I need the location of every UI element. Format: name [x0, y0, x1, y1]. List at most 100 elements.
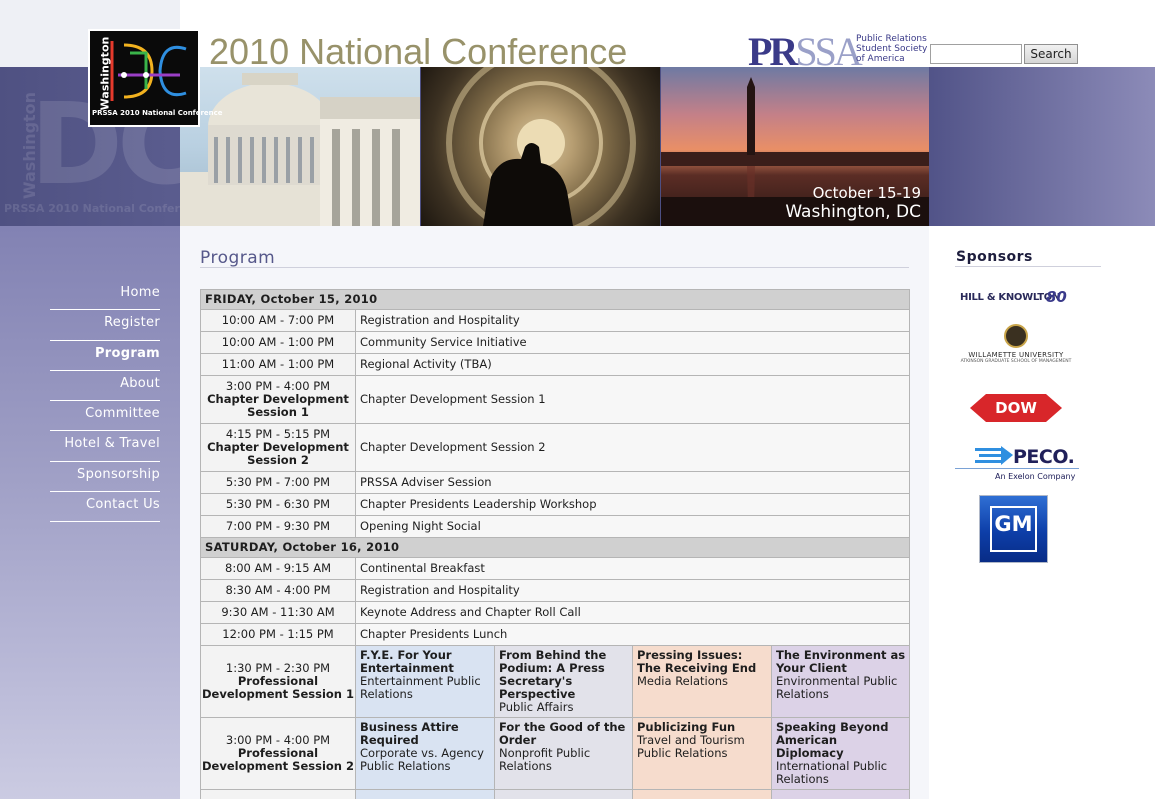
pd-track-cell: For the Good of the Order Nonprofit Publ… [494, 717, 633, 790]
event-title: Community Service Initiative [355, 331, 910, 354]
table-row: 5:30 PM - 6:30 PM Chapter Presidents Lea… [200, 493, 910, 516]
watermark-subtitle: PRSSA 2010 National Conference [4, 202, 210, 215]
event-title: Regional Activity (TBA) [355, 353, 910, 376]
nav-item-label[interactable]: Program [95, 346, 160, 361]
table-row: 11:00 AM - 1:00 PM Regional Activity (TB… [200, 353, 910, 376]
day-header-row: FRIDAY, October 15, 2010 [200, 289, 910, 310]
pd-track-topic: Nonprofit Public Relations [499, 746, 591, 773]
event-time: 8:30 AM - 4:00 PM [200, 579, 356, 602]
event-time: 12:00 PM - 1:15 PM [200, 623, 356, 646]
sponsor-dow-logo[interactable]: DOW [970, 392, 1062, 424]
pd-track-cell: Pressing Issues: The Receiving End Media… [632, 645, 772, 718]
nav-item-program[interactable]: Program [50, 341, 160, 371]
program-schedule-table: FRIDAY, October 15, 2010 10:00 AM - 7:00… [200, 289, 910, 799]
event-time: 7:00 PM - 9:30 PM [200, 515, 356, 538]
nav-item-label[interactable]: Sponsorship [77, 467, 160, 482]
capitol-photo [180, 67, 420, 226]
event-title: Keynote Address and Chapter Roll Call [355, 601, 910, 624]
nav-item-about[interactable]: About [50, 371, 160, 402]
sponsor-peco-logo[interactable]: PECO. An Exelon Company [955, 444, 1079, 484]
pd-track-title: F.Y.E. For Your Entertainment [360, 648, 454, 675]
logo-subtitle: PRSSA 2010 National Conference [92, 109, 223, 117]
pd-track-cell: The Environment as Your Client Environme… [771, 645, 910, 718]
event-time: 10:00 AM - 7:00 PM [200, 309, 356, 332]
logo-side-text: Washington [98, 36, 112, 111]
section-heading: Program [200, 248, 276, 268]
nav-item-hotel-travel[interactable]: Hotel & Travel [50, 431, 160, 462]
conference-logo[interactable]: Washington PRSSA 2010 National Conferenc… [88, 29, 223, 127]
pd-track-title: From Behind the Podium: A Press Secretar… [499, 648, 607, 701]
watermark-side-text: Washington [20, 91, 40, 200]
nav-item-label[interactable]: About [120, 376, 160, 391]
sponsor-name: WILLAMETTE UNIVERSITY [968, 351, 1064, 359]
page-title: 2010 National Conference [209, 31, 628, 72]
peco-arrow-icon [975, 446, 1013, 465]
pd-track-cell: Business Attire Required Corporate vs. A… [355, 717, 495, 790]
event-subtitle: Chapter Development Session 2 [207, 440, 349, 467]
search-input[interactable] [930, 44, 1022, 64]
nav-item-home[interactable]: Home [50, 280, 160, 311]
day-header-row: SATURDAY, October 16, 2010 [200, 537, 910, 558]
pd-track-cell: Speaking Beyond American Diplomacy Inter… [771, 717, 910, 790]
pd-track-topic: Environmental Public Relations [776, 674, 898, 701]
event-title: Continental Breakfast [355, 557, 910, 580]
event-subtitle: Chapter Development Session 1 [207, 392, 349, 419]
table-row: 5:30 PM - 7:00 PM PRSSA Adviser Session [200, 471, 910, 494]
rotunda-photo [421, 67, 660, 226]
sidebar-nav: Home Register Program About Committee Ho… [50, 280, 160, 523]
nav-item-label[interactable]: Committee [85, 406, 160, 421]
banner-city: Washington, DC [785, 202, 921, 222]
pd-track-topic: Entertainment Public Relations [360, 674, 481, 701]
event-time-cell: 3:00 PM - 4:00 PM Chapter Development Se… [200, 375, 356, 424]
pd-track-cell: F.Y.E. For Your Entertainment Entertainm… [355, 645, 495, 718]
table-row: 12:00 PM - 1:15 PM Chapter Presidents Lu… [200, 623, 910, 646]
event-title: Chapter Presidents Leadership Workshop [355, 493, 910, 516]
pd-track-topic: Travel and Tourism Public Relations [637, 733, 745, 760]
nav-item-register[interactable]: Register [50, 310, 160, 341]
heading-divider [200, 267, 909, 268]
nav-item-label[interactable]: Home [120, 285, 160, 300]
prssa-tagline: Public Relations Student Society of Amer… [856, 34, 928, 64]
search-button[interactable]: Search [1024, 44, 1078, 64]
pd-track-topic: Corporate vs. Agency Public Relations [360, 746, 484, 773]
pd-session-label: Professional Development Session 1 [202, 674, 354, 701]
table-row: 8:00 AM - 9:15 AM Continental Breakfast [200, 557, 910, 580]
nav-item-label[interactable]: Contact Us [86, 497, 160, 512]
pd-session-row: 1:30 PM - 2:30 PM Professional Developme… [200, 645, 910, 718]
nav-item-contact-us[interactable]: Contact Us [50, 492, 160, 523]
sponsor-extra: 80 [1046, 288, 1067, 306]
event-time: 8:00 AM - 9:15 AM [200, 557, 356, 580]
sponsor-name: GM [994, 512, 1033, 536]
banner-dates: October 15-19 [812, 184, 921, 202]
sponsors-heading: Sponsors [956, 249, 1033, 265]
sponsor-gm-logo[interactable]: GM [979, 495, 1048, 563]
nav-item-label[interactable]: Hotel & Travel [64, 436, 160, 451]
event-time: 4:15 PM - 5:15 PM [225, 427, 331, 441]
event-time: 3:00 PM - 4:00 PM [225, 379, 331, 393]
day-label: FRIDAY, October 15, 2010 [200, 289, 910, 310]
event-title: Registration and Hospitality [355, 309, 910, 332]
table-row: 10:00 AM - 1:00 PM Community Service Ini… [200, 331, 910, 354]
event-time-cell: 4:15 PM - 5:15 PM Chapter Development Se… [200, 423, 356, 472]
event-time: 11:00 AM - 1:00 PM [200, 353, 356, 376]
peco-divider [955, 468, 1079, 469]
pd-track-title: For the Good of the Order [499, 720, 626, 747]
table-row: 9:30 AM - 11:30 AM Keynote Address and C… [200, 601, 910, 624]
pd-session-time-cell: 1:30 PM - 2:30 PM Professional Developme… [200, 645, 356, 718]
event-title: PRSSA Adviser Session [355, 471, 910, 494]
pd-track-title: Speaking Beyond American Diplomacy [776, 720, 889, 760]
table-row: 4:15 PM - 5:15 PM Chapter Development Se… [200, 423, 910, 472]
nav-item-committee[interactable]: Committee [50, 401, 160, 432]
pd-session-label: Professional Development Session 2 [202, 746, 354, 773]
sponsor-name: DOW [995, 399, 1037, 417]
sponsor-name: PECO. [1013, 446, 1075, 468]
pd-track-title: Business Attire Required [360, 720, 459, 747]
sponsor-hill-knowlton-logo[interactable]: HILL & KNOWLTON 80 [958, 288, 1078, 312]
sponsors-divider [955, 266, 1101, 267]
monument-photo: October 15-19 Washington, DC [661, 67, 929, 226]
nav-item-label[interactable]: Register [104, 315, 160, 330]
pd-session-time: 3:00 PM - 4:00 PM [225, 733, 331, 747]
nav-item-sponsorship[interactable]: Sponsorship [50, 462, 160, 493]
sponsor-willamette-logo[interactable]: WILLAMETTE UNIVERSITY ATKINSON GRADUATE … [958, 324, 1074, 370]
sponsor-extra: An Exelon Company [995, 472, 1076, 481]
